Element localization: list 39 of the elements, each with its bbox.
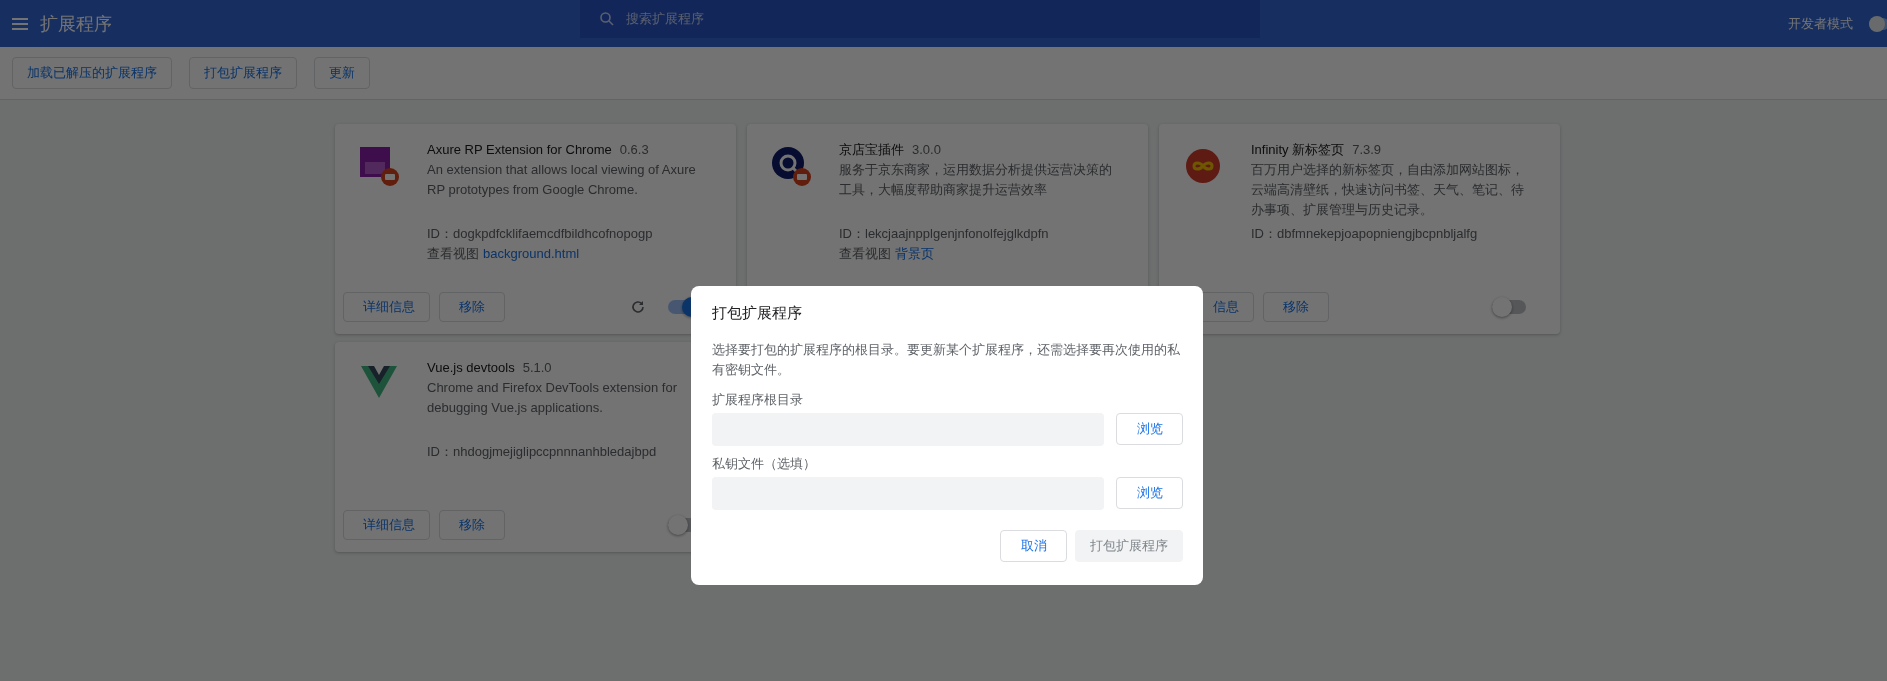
remove-button[interactable]: 移除 (439, 292, 505, 322)
toolbar-button[interactable]: 更新 (314, 57, 370, 89)
extension-version: 7.3.9 (1352, 141, 1382, 159)
extension-description: An extension that allows local viewing of Axure RP prototypes from Google Chrome. (427, 161, 697, 199)
page-title: 扩展程序 (40, 12, 113, 36)
developer-mode-label: 开发者模式 (1788, 14, 1853, 33)
extension-description: 服务于京东商家，运用数据分析提供运营决策的工具，大幅度帮助商家提升运营效率 (839, 161, 1113, 199)
browse-button[interactable]: 浏览 (1116, 477, 1183, 509)
search-placeholder: 搜索扩展程序 (626, 10, 704, 28)
extension-description: Chrome and Firefox DevTools extension for debugging Vue.js applications. (427, 379, 678, 417)
dialog-button[interactable]: 取消 (1000, 530, 1067, 562)
remove-button[interactable]: 移除 (439, 510, 505, 540)
field-label: 扩展程序根目录 (712, 391, 804, 409)
extension-id: ID：dogkpdfcklifaemcdfbildhcofnopogp (427, 225, 654, 243)
field-label: 私钥文件（选填） (712, 455, 817, 473)
details-button[interactable]: 详细信息 (343, 292, 430, 322)
extension-version: 5.1.0 (522, 359, 552, 377)
extension-name: 京店宝插件 (839, 141, 904, 159)
browse-button[interactable]: 浏览 (1116, 413, 1183, 445)
extension-id: ID：nhdogjmejiglipccpnnnanhbledajbpd (427, 443, 658, 461)
dialog-title: 打包扩展程序 (712, 304, 803, 323)
extension-id: ID：lekcjaajnpplgenjnfonolfejglkdpfn (839, 225, 1050, 243)
extension-name: Vue.js devtools (427, 359, 515, 377)
view-link[interactable]: background.html (483, 244, 580, 264)
views-label: 查看视图 (427, 245, 479, 263)
extension-id: ID：dbfmnekepjoapopniengjbcpnbljalfg (1251, 225, 1479, 243)
extension-version: 3.0.0 (912, 141, 941, 159)
search-field[interactable]: 搜索扩展程序 (580, 0, 1260, 38)
toolbar-button[interactable]: 打包扩展程序 (189, 57, 297, 89)
extension-name: Axure RP Extension for Chrome (427, 141, 612, 159)
extension-description: 百万用户选择的新标签页，自由添加网站图标，云端高清壁纸，快速访问书签、天气、笔记、待办事项、扩展管理与历史记录。 (1251, 161, 1525, 219)
extension-version: 0.6.3 (619, 141, 649, 159)
extension-name: Infinity 新标签页 (1251, 141, 1345, 159)
remove-button[interactable]: 移除 (1263, 292, 1329, 322)
toolbar-button[interactable]: 加载已解压的扩展程序 (12, 57, 172, 89)
dialog-description: 选择要打包的扩展程序的根目录。要更新某个扩展程序，还需选择要再次使用的私有密钥文件。 (712, 341, 1181, 379)
views-label: 查看视图 (839, 245, 891, 263)
details-button[interactable]: 详细信息 (343, 510, 430, 540)
view-link[interactable]: 背景页 (895, 244, 934, 264)
